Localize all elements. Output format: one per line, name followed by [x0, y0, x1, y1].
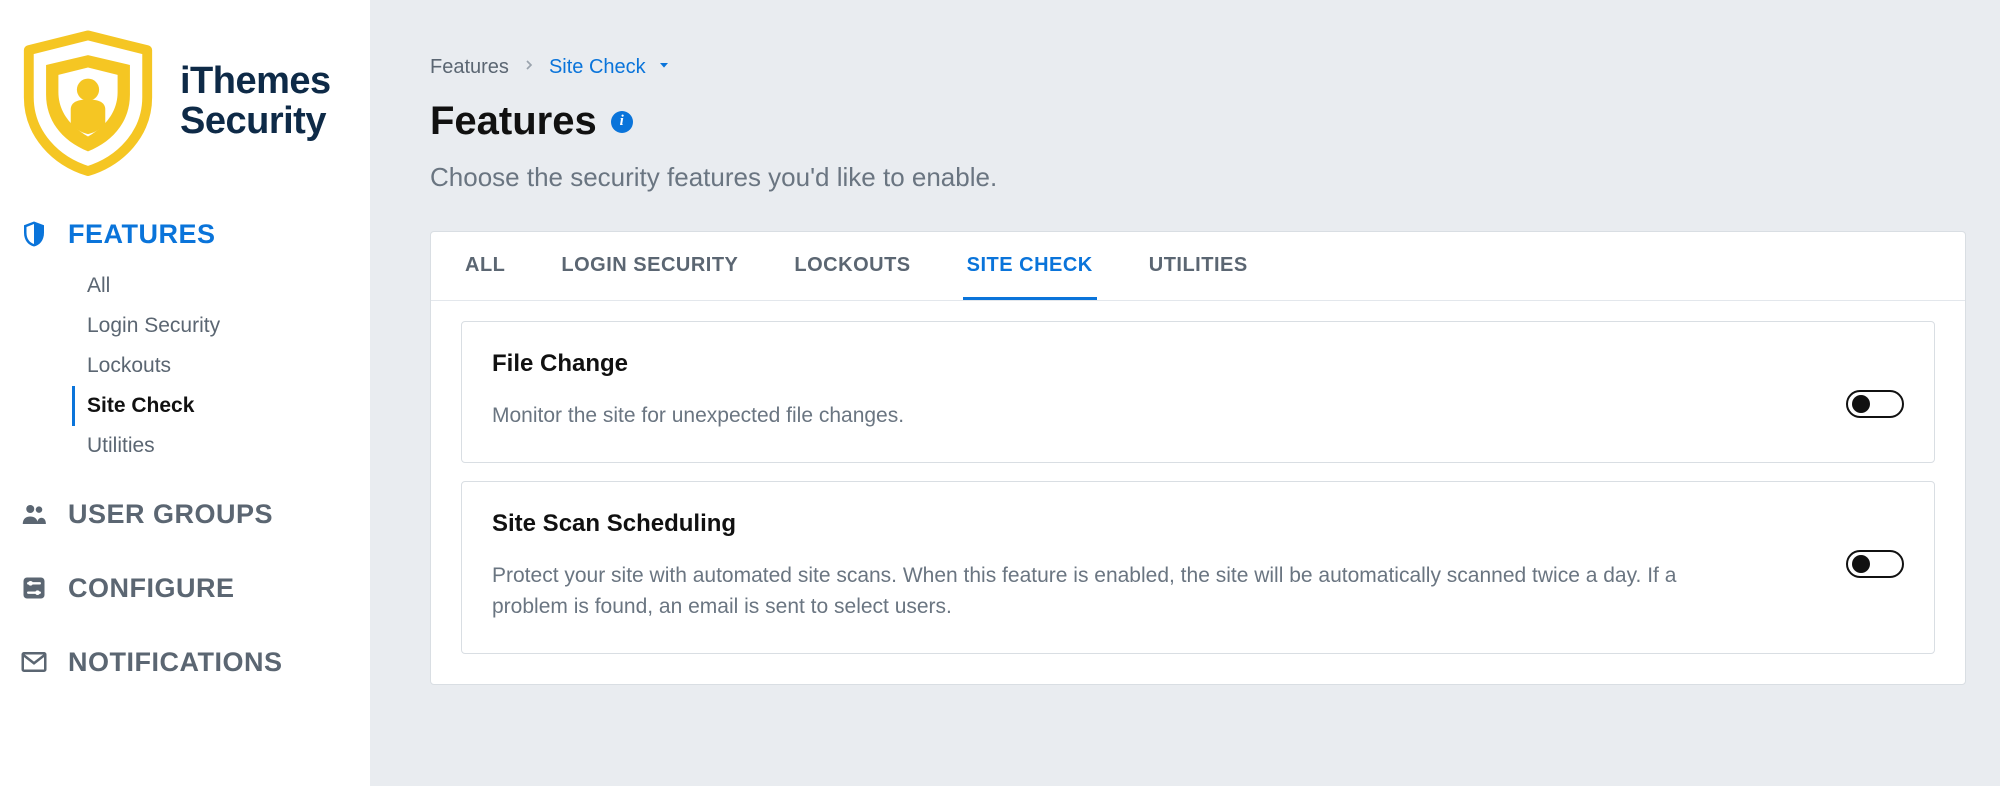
toggle-file-change[interactable]	[1846, 390, 1904, 418]
sidebar-item-login-security[interactable]: Login Security	[72, 306, 370, 346]
sidebar-section-features[interactable]: FEATURES	[14, 212, 370, 260]
sidebar-section-label: NOTIFICATIONS	[68, 647, 282, 678]
card-description: Monitor the site for unexpected file cha…	[492, 400, 1722, 432]
page-description: Choose the security features you'd like …	[430, 162, 1966, 193]
card-title: File Change	[492, 350, 1822, 378]
sidebar-section-notifications[interactable]: NOTIFICATIONS	[14, 640, 370, 688]
sliders-icon	[18, 572, 50, 604]
feature-card-file-change: File Change Monitor the site for unexpec…	[461, 321, 1935, 463]
main-content: Features Site Check Features i Choose th…	[370, 0, 2000, 786]
sidebar-section-label: CONFIGURE	[68, 573, 235, 604]
tab-site-check[interactable]: SITE CHECK	[963, 232, 1097, 300]
toggle-site-scan-scheduling[interactable]	[1846, 550, 1904, 578]
tab-utilities[interactable]: UTILITIES	[1145, 232, 1252, 300]
features-panel: ALL LOGIN SECURITY LOCKOUTS SITE CHECK U…	[430, 231, 1966, 685]
page-title: Features	[430, 99, 597, 144]
tab-lockouts[interactable]: LOCKOUTS	[790, 232, 914, 300]
shield-logo-icon	[14, 28, 162, 176]
chevron-right-icon	[521, 56, 537, 79]
card-title: Site Scan Scheduling	[492, 510, 1822, 538]
shield-icon	[18, 218, 50, 250]
caret-down-icon	[656, 56, 672, 79]
tab-login-security[interactable]: LOGIN SECURITY	[557, 232, 742, 300]
sidebar-item-all[interactable]: All	[72, 266, 370, 306]
info-icon[interactable]: i	[611, 111, 633, 133]
sidebar-section-label: USER GROUPS	[68, 499, 273, 530]
feature-cards: File Change Monitor the site for unexpec…	[431, 301, 1965, 684]
breadcrumb-root[interactable]: Features	[430, 56, 509, 79]
sidebar-item-site-check[interactable]: Site Check	[72, 386, 370, 426]
card-description: Protect your site with automated site sc…	[492, 560, 1722, 623]
tabs: ALL LOGIN SECURITY LOCKOUTS SITE CHECK U…	[431, 232, 1965, 301]
sidebar: iThemes Security FEATURES All Login Secu…	[0, 0, 370, 786]
sidebar-section-configure[interactable]: CONFIGURE	[14, 566, 370, 614]
sidebar-section-user-groups[interactable]: USER GROUPS	[14, 492, 370, 540]
brand-name: iThemes Security	[180, 62, 331, 142]
sidebar-section-label: FEATURES	[68, 219, 216, 250]
breadcrumb: Features Site Check	[430, 56, 1966, 79]
users-icon	[18, 498, 50, 530]
mail-icon	[18, 646, 50, 678]
brand-logo: iThemes Security	[14, 28, 370, 204]
feature-card-site-scan-scheduling: Site Scan Scheduling Protect your site w…	[461, 481, 1935, 654]
sidebar-item-lockouts[interactable]: Lockouts	[72, 346, 370, 386]
tab-all[interactable]: ALL	[461, 232, 509, 300]
sidebar-nav: FEATURES All Login Security Lockouts Sit…	[14, 204, 370, 688]
breadcrumb-leaf[interactable]: Site Check	[549, 56, 672, 79]
sidebar-item-utilities[interactable]: Utilities	[72, 426, 370, 466]
sidebar-sub-features: All Login Security Lockouts Site Check U…	[14, 260, 370, 466]
